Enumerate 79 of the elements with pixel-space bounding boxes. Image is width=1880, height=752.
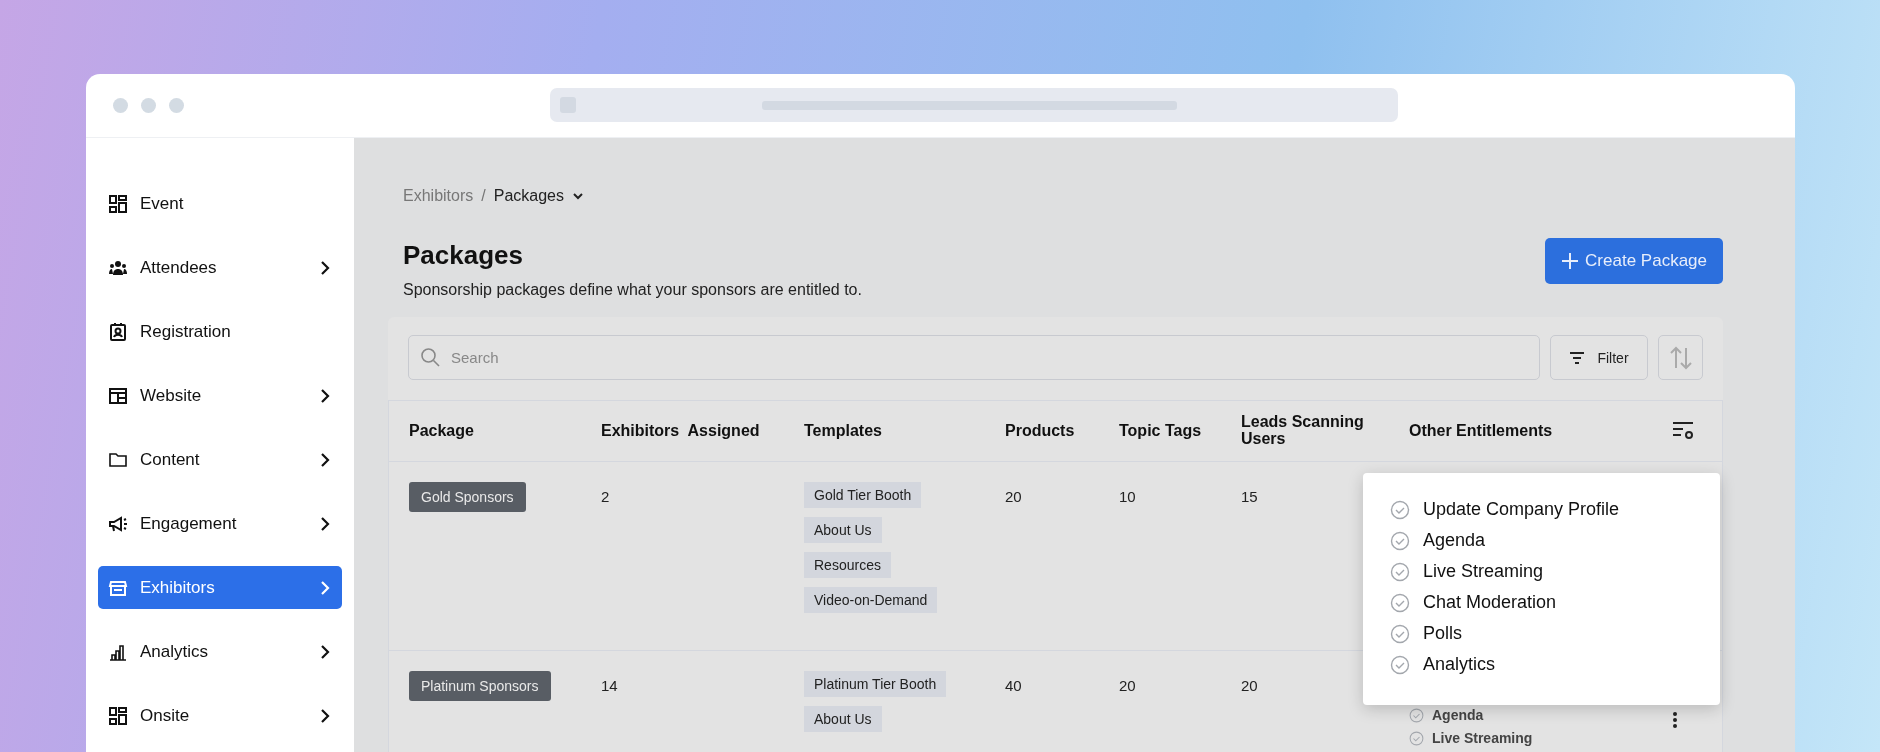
- sidebar-item[interactable]: Exhibitors: [98, 566, 342, 609]
- table-cell-text: 15: [1241, 488, 1259, 505]
- entitlement-label: Agenda: [1432, 707, 1484, 723]
- browser-window-icon: [108, 385, 128, 406]
- entitlement-label: Chat Moderation: [1423, 592, 1557, 613]
- sidebar-item-label: Attendees: [140, 257, 218, 278]
- entitlement-label: Live Streaming: [1432, 730, 1533, 746]
- window-dot[interactable]: [141, 98, 156, 113]
- sidebar-item[interactable]: Attendees: [98, 246, 342, 289]
- column-header: Other Entitlements: [1409, 420, 1554, 441]
- template-tag: Gold Tier Booth: [804, 482, 922, 508]
- sidebar-item[interactable]: Onsite: [98, 694, 342, 737]
- table-cell-text: 40: [1005, 677, 1023, 694]
- entitlement-label: Live Streaming: [1423, 561, 1544, 582]
- check-circle-icon: [1390, 530, 1410, 551]
- caret-icon: [571, 192, 584, 200]
- column-header: Exhibitors Assigned: [601, 420, 761, 441]
- table-cell-text: 14: [601, 677, 619, 694]
- column-header: Leads Scanning Users: [1241, 412, 1365, 449]
- template-tag: About Us: [804, 517, 882, 543]
- sidebar-item[interactable]: Event: [98, 182, 342, 225]
- grid-icon: [108, 193, 128, 214]
- check-circle-icon: [1409, 707, 1424, 723]
- template-tag: About Us: [804, 706, 882, 732]
- sidebar-item-label: Content: [140, 449, 201, 470]
- search-field[interactable]: Search: [408, 335, 1540, 380]
- plus-icon: [1561, 252, 1580, 270]
- filter-button[interactable]: Filter: [1550, 335, 1648, 380]
- package-badge: Platinum Sponsors: [409, 671, 551, 701]
- table-cell-text: 20: [1005, 488, 1023, 505]
- column-header: Templates: [804, 420, 883, 441]
- breadcrumb-link[interactable]: Packages: [493, 187, 564, 205]
- sidebar-item-label: Onsite: [140, 705, 191, 726]
- check-circle-icon: [1390, 499, 1410, 520]
- sidebar-item[interactable]: Analytics: [98, 630, 342, 673]
- column-header: Products: [1005, 420, 1076, 441]
- check-circle-icon: [1390, 592, 1410, 613]
- table-cell-text: 10: [1119, 488, 1137, 505]
- sidebar-item[interactable]: Registration: [98, 310, 342, 353]
- window-dot[interactable]: [169, 98, 184, 113]
- sidebar-item[interactable]: Website: [98, 374, 342, 417]
- window-dot[interactable]: [113, 98, 128, 113]
- template-tag: Video-on-Demand: [804, 587, 938, 613]
- column-settings-icon[interactable]: [1672, 421, 1694, 441]
- sort-button[interactable]: [1658, 335, 1703, 380]
- template-tag: Resources: [804, 552, 891, 578]
- sidebar-item-label: Exhibitors: [140, 577, 216, 598]
- more-options-icon[interactable]: [1672, 711, 1678, 729]
- address-bar[interactable]: [550, 88, 1398, 122]
- grid-icon: [108, 705, 128, 726]
- badge-icon: [108, 321, 128, 342]
- column-header: Package: [408, 420, 475, 441]
- entitlement-label: Agenda: [1423, 530, 1486, 551]
- column-header: Topic Tags: [1119, 420, 1203, 441]
- check-circle-icon: [1390, 623, 1410, 644]
- sidebar-item[interactable]: Engagement: [98, 502, 342, 545]
- package-badge: Gold Sponsors: [409, 482, 526, 512]
- entitlement-label: Update Company Profile: [1423, 499, 1620, 520]
- filter-icon: [1569, 351, 1586, 364]
- sidebar-item-label: Website: [140, 385, 203, 406]
- sidebar-item-label: Event: [140, 193, 185, 214]
- sidebar-item[interactable]: Content: [98, 438, 342, 481]
- check-circle-icon: [1390, 654, 1410, 675]
- entitlement-label: Analytics: [1423, 654, 1496, 675]
- table-cell-text: 20: [1241, 677, 1259, 694]
- check-circle-icon: [1390, 561, 1410, 582]
- page-title: Packages: [403, 240, 524, 271]
- search-icon: [420, 347, 440, 367]
- table-cell-text: 20: [1119, 677, 1137, 694]
- table-cell-text: 2: [601, 488, 611, 505]
- sidebar-item-label: Analytics: [140, 641, 210, 662]
- check-circle-icon: [1409, 730, 1424, 746]
- breadcrumb-separator: /: [481, 187, 486, 205]
- page-subtitle: Sponsorship packages define what your sponsors are entitled to.: [403, 281, 862, 299]
- sidebar-item-label: Registration: [140, 321, 232, 342]
- create-package-button[interactable]: Create Package: [1545, 238, 1723, 284]
- template-tag: Platinum Tier Booth: [804, 671, 947, 697]
- sidebar-item-label: Engagement: [140, 513, 238, 534]
- entitlement-label: Polls: [1423, 623, 1462, 644]
